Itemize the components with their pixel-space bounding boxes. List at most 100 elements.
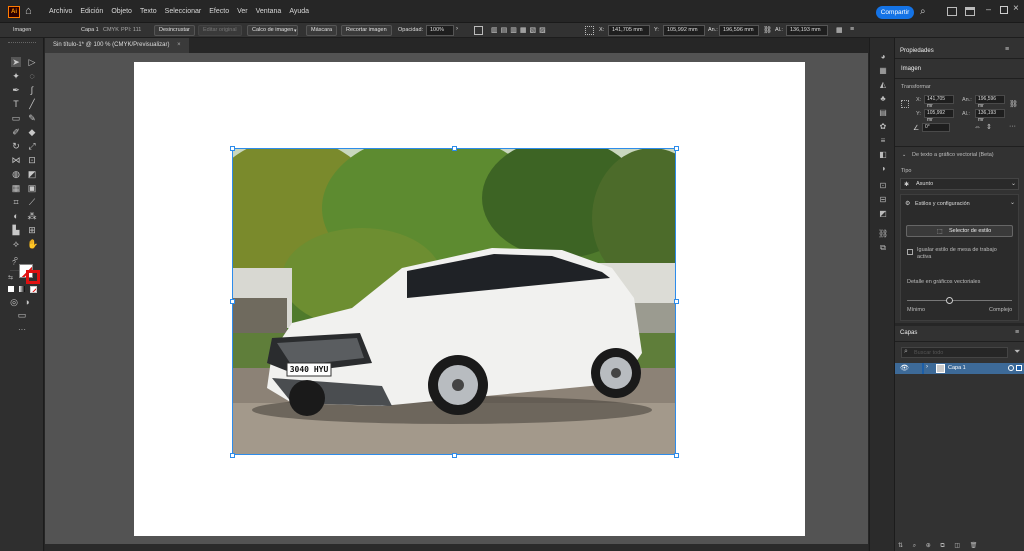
swatches-panel-icon[interactable]: ▦ [878,66,888,76]
filter-icon[interactable]: ⏷ [1014,347,1020,357]
rectangle-tool-icon[interactable]: ▭ [11,113,21,123]
x-field[interactable]: 141,705 mm [608,25,650,36]
prop-y-field[interactable]: 105,992 mr [924,109,954,123]
visibility-eye-icon[interactable]: 👁 [900,364,909,372]
height-field[interactable]: 136,193 mm [786,25,828,36]
pathfinder-panel-icon[interactable]: ◩ [878,209,888,219]
link-icon[interactable]: ⛓ [763,26,772,34]
line-tool-icon[interactable]: ╱ [27,99,37,109]
layers-menu-icon[interactable]: ≡ [1015,329,1019,336]
transparency-panel-icon[interactable]: ◑ [878,164,888,174]
hand-tool-icon[interactable]: ✋ [27,239,38,249]
draw-inside-icon[interactable]: ◑ [22,297,32,307]
menu-seleccionar[interactable]: Seleccionar [165,8,202,15]
handle-bottom-left[interactable] [230,453,235,458]
maximize-icon[interactable] [1000,6,1008,14]
paintbrush-tool-icon[interactable]: ✎ [27,113,37,123]
reference-point-icon[interactable] [585,26,594,35]
detail-slider-track[interactable] [907,300,1012,301]
match-artboard-checkbox[interactable] [907,249,913,255]
slice-tool-icon[interactable]: ⟡ [11,239,21,249]
menu-efecto[interactable]: Efecto [209,8,229,15]
home-icon[interactable]: ⌂ [25,5,37,17]
handle-top-right[interactable] [674,146,679,151]
menu-ayuda[interactable]: Ayuda [289,8,309,15]
reference-point-icon[interactable] [901,100,909,108]
prop-w-field[interactable]: 196,596 mr [975,95,1005,109]
more-transform-icon[interactable]: ··· [1009,123,1016,130]
layers-footer-icons[interactable]: ⇅ ⌕ ⊕ ⧉ ◫ 🗑 [898,542,981,550]
opacity-arrow-icon[interactable]: › [456,26,458,32]
width-tool-icon[interactable]: ⋈ [11,155,21,165]
eyedropper-tool-icon[interactable]: ⟋ [27,197,37,207]
constrain-link-icon[interactable]: ⛓ [1009,100,1018,108]
trace-dropdown-icon[interactable]: ▾ [294,28,297,34]
mask-button[interactable]: Máscara [306,25,338,36]
live-paint-tool-icon[interactable]: ◩ [27,169,37,179]
none-mode-icon[interactable] [30,286,37,293]
graphic-styles-icon[interactable]: ▤ [878,108,888,118]
more-options-icon[interactable]: ≡ [850,26,854,33]
menu-ver[interactable]: Ver [237,8,248,15]
expand-arrow-icon[interactable]: › [926,364,928,370]
tab-document[interactable]: Sin título-1* @ 100 % (CMYK/Previsualiza… [45,38,189,53]
draw-mode-icon[interactable]: ◎ [9,297,19,307]
curvature-tool-icon[interactable]: ∫ [27,85,37,95]
crop-image-button[interactable]: Recortar imagen [341,25,392,36]
layer-row[interactable]: 👁 › Capa 1 [895,363,1024,374]
menu-archivo[interactable]: Archivo [49,8,72,15]
magic-wand-tool-icon[interactable]: ✦ [11,71,21,81]
flip-icons[interactable]: ⇔⇕ [974,123,997,131]
edit-toolbar-icon[interactable]: ··· [18,325,26,334]
transform-icon[interactable]: ▦ [836,26,843,34]
handle-top-center[interactable] [452,146,457,151]
shape-builder-tool-icon[interactable]: ◍ [11,169,21,179]
eraser-tool-icon[interactable]: ◆ [27,127,37,137]
screen-mode-icon[interactable]: ▭ [17,310,27,320]
menu-edicion[interactable]: Edición [80,8,103,15]
shaper-tool-icon[interactable]: ✐ [11,127,21,137]
share-button[interactable]: Compartir [876,6,914,19]
prop-x-field[interactable]: 141,705 mr [924,95,954,109]
search-icon[interactable]: ⌕ [920,6,926,17]
selection-tool-icon[interactable]: ➤ [11,57,21,67]
width-field[interactable]: 196,596 mm [719,25,759,36]
handle-bottom-right[interactable] [674,453,679,458]
document-setup-icon[interactable] [474,26,483,35]
target-icon[interactable] [1008,365,1014,371]
align-panel-icon[interactable]: ⊟ [878,195,888,205]
type-tool-icon[interactable]: T [11,99,21,109]
panel-menu-icon[interactable]: ≡ [1005,46,1009,53]
lasso-tool-icon[interactable]: ◌ [27,71,37,81]
opacity-field[interactable]: 100% [426,25,454,36]
gradient-panel-icon[interactable]: ◧ [878,150,888,160]
y-field[interactable]: 105,992 mm [663,25,705,36]
stroke-swatch[interactable] [26,270,40,284]
tab-properties[interactable]: Propiedades [900,48,934,54]
color-panel-icon[interactable]: ◕ [878,52,888,62]
artboard-tool-icon[interactable]: ⊞ [27,225,37,235]
detail-slider-thumb[interactable] [945,297,953,304]
rotate-tool-icon[interactable]: ↻ [11,141,21,151]
menu-texto[interactable]: Texto [140,8,157,15]
symbols-panel-icon[interactable]: ♣ [878,94,888,104]
unembed-button[interactable]: Desincrustar [154,25,195,36]
links-panel-icon[interactable]: ⛓ [878,229,888,239]
workspace-icon[interactable] [965,7,975,16]
gradient-tool-icon[interactable]: ▣ [27,183,37,193]
scale-tool-icon[interactable]: ⤢ [27,141,37,151]
collapse-chevron-icon[interactable]: ⌄ [902,152,906,158]
blend-tool-icon[interactable]: ◐ [11,211,21,221]
align-icons[interactable]: ▥▤▥▦▧▨ [491,26,549,34]
gradient-mode-icon[interactable] [19,286,25,292]
styles-settings-label[interactable]: Estilos y configuración [915,201,970,207]
handle-top-left[interactable] [230,146,235,151]
menu-objeto[interactable]: Objeto [111,8,132,15]
chevron-icon[interactable]: ⌄ [1010,199,1015,206]
handle-middle-right[interactable] [674,299,679,304]
handle-bottom-center[interactable] [452,453,457,458]
angle-field[interactable]: 0° [922,123,950,132]
brushes-panel-icon[interactable]: ◭ [878,80,888,90]
stroke-panel-icon[interactable]: ≡ [878,136,888,146]
transform-panel-icon[interactable]: ⊡ [878,181,888,191]
